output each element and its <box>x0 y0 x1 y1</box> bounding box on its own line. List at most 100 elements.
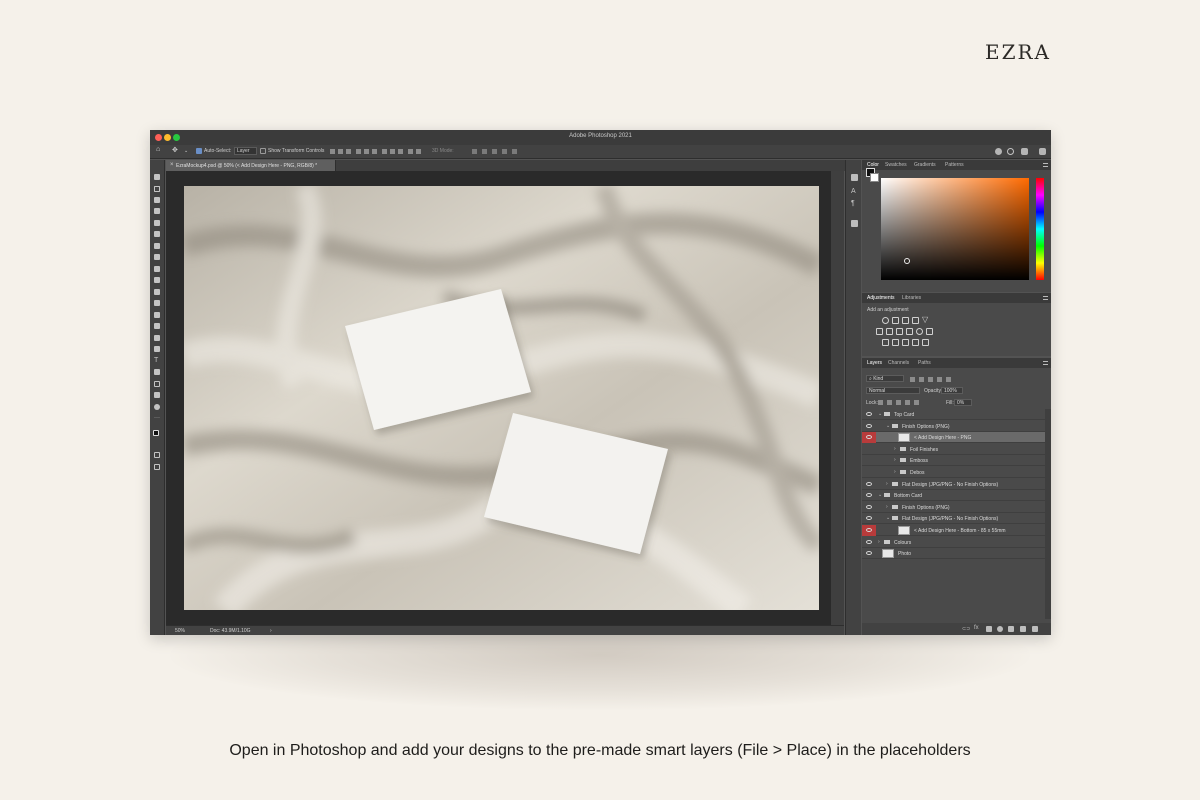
distribute-right-icon[interactable] <box>398 149 403 154</box>
auto-select-target-dropdown[interactable]: Layer <box>234 147 257 155</box>
clone-stamp-tool-icon[interactable] <box>154 277 160 283</box>
lock-all-icon[interactable] <box>914 400 919 405</box>
tab-gradients[interactable]: Gradients <box>914 162 936 168</box>
hue-slider[interactable] <box>1036 178 1044 280</box>
align-center-icon[interactable] <box>338 149 343 154</box>
align-middle-icon[interactable] <box>364 149 369 154</box>
filter-pixel-icon[interactable] <box>910 377 915 382</box>
chevron-right-icon[interactable]: › <box>886 504 888 510</box>
distribute-top-icon[interactable] <box>408 149 413 154</box>
home-icon[interactable]: ⌂ <box>156 146 160 153</box>
show-transform-checkbox[interactable] <box>260 148 266 154</box>
lock-artboard-icon[interactable] <box>905 400 910 405</box>
fill-field[interactable]: 0% <box>954 399 972 406</box>
chevron-right-icon[interactable]: › <box>894 446 896 452</box>
exposure-icon[interactable] <box>912 317 919 324</box>
panel-menu-icon[interactable] <box>1043 361 1048 365</box>
chevron-right-icon[interactable]: › <box>878 539 880 545</box>
hue-saturation-icon[interactable] <box>876 328 883 335</box>
blend-mode-dropdown[interactable]: Normal <box>866 387 920 394</box>
layer-row[interactable]: < Add Design Here - Bottom - 85 x 55mm <box>862 525 1045 536</box>
layer-row[interactable]: › Debos <box>862 467 1045 478</box>
filter-adjustment-icon[interactable] <box>919 377 924 382</box>
layer-row[interactable]: › Colours <box>862 537 1045 548</box>
gradient-map-icon[interactable] <box>912 339 919 346</box>
tab-patterns[interactable]: Patterns <box>945 162 964 168</box>
move-tool-icon[interactable]: ✥ <box>172 146 178 154</box>
layers-scrollbar[interactable] <box>1045 409 1051 619</box>
zoom-level[interactable]: 50% <box>175 628 185 634</box>
chevron-right-icon[interactable]: › <box>886 481 888 487</box>
chevron-right-icon[interactable]: › <box>894 469 896 475</box>
align-top-icon[interactable] <box>356 149 361 154</box>
levels-icon[interactable] <box>892 317 899 324</box>
color-lookup-icon[interactable] <box>926 328 933 335</box>
history-brush-tool-icon[interactable] <box>154 289 160 295</box>
tab-layers[interactable]: Layers <box>867 360 882 366</box>
color-picker-cursor[interactable] <box>904 258 910 264</box>
new-group-icon[interactable] <box>1008 626 1014 632</box>
document-tab[interactable]: × EzraMockup4.psd @ 50% (< Add Design He… <box>166 160 336 171</box>
visibility-toggle[interactable] <box>862 513 876 524</box>
channel-mixer-icon[interactable] <box>916 328 923 335</box>
layer-row[interactable]: › Foil Finishes <box>862 444 1045 455</box>
healing-brush-tool-icon[interactable] <box>154 254 160 260</box>
filter-shape-icon[interactable] <box>937 377 942 382</box>
visibility-toggle[interactable] <box>862 490 876 501</box>
selective-color-icon[interactable] <box>922 339 929 346</box>
type-tool-icon[interactable]: T <box>154 357 160 364</box>
paragraph-icon[interactable]: ¶ <box>851 200 858 207</box>
hand-tool-icon[interactable] <box>154 392 160 398</box>
panel-menu-icon[interactable] <box>1043 163 1048 167</box>
tab-paths[interactable]: Paths <box>918 360 931 366</box>
delete-layer-icon[interactable] <box>1032 626 1038 632</box>
vibrance-icon[interactable]: ▽ <box>922 316 929 324</box>
tab-adjustments[interactable]: Adjustments <box>867 295 895 301</box>
layer-row[interactable]: ⌄ Finish Options (PNG) <box>862 421 1045 432</box>
panel-menu-icon[interactable] <box>1043 296 1048 300</box>
link-layers-icon[interactable]: ⊂⊃ <box>962 626 970 632</box>
marquee-tool-icon[interactable] <box>154 186 160 192</box>
eyedropper-tool-icon[interactable] <box>154 243 160 249</box>
document-canvas[interactable] <box>184 186 819 610</box>
filter-smart-object-icon[interactable] <box>946 377 951 382</box>
new-layer-icon[interactable] <box>1020 626 1026 632</box>
gradient-tool-icon[interactable] <box>154 312 160 318</box>
history-icon[interactable] <box>851 174 858 181</box>
tab-libraries[interactable]: Libraries <box>902 295 921 301</box>
chevron-down-icon[interactable]: ⌄ <box>878 492 882 498</box>
visibility-toggle[interactable] <box>862 432 876 444</box>
layer-filter-dropdown[interactable]: ⌕ Kind <box>866 375 904 382</box>
visibility-toggle[interactable] <box>862 537 876 548</box>
distribute-left-icon[interactable] <box>382 149 387 154</box>
auto-select-checkbox[interactable] <box>196 148 202 154</box>
roll-3d-icon[interactable] <box>482 149 487 154</box>
pen-tool-icon[interactable] <box>154 346 160 352</box>
chevron-down-icon[interactable]: ⌄ <box>886 423 890 429</box>
layer-row[interactable]: ⌄ Top Card <box>862 409 1045 420</box>
close-tab-icon[interactable]: × <box>170 162 174 168</box>
invert-icon[interactable] <box>882 339 889 346</box>
quick-mask-icon[interactable] <box>154 452 160 458</box>
layer-row[interactable]: › Finish Options (PNG) <box>862 502 1045 513</box>
search-icon[interactable] <box>1007 148 1014 155</box>
brightness-contrast-icon[interactable] <box>882 317 889 324</box>
screen-mode-icon[interactable] <box>154 464 160 470</box>
visibility-toggle[interactable] <box>862 525 876 536</box>
visibility-toggle[interactable] <box>862 409 876 420</box>
crop-tool-icon[interactable] <box>154 220 160 226</box>
lock-position-icon[interactable] <box>896 400 901 405</box>
color-picker-field[interactable] <box>881 178 1029 280</box>
visibility-toggle[interactable] <box>862 502 876 513</box>
orbit-3d-icon[interactable] <box>472 149 477 154</box>
visibility-toggle[interactable] <box>862 444 876 455</box>
lock-transparent-icon[interactable] <box>878 400 883 405</box>
slide-3d-icon[interactable] <box>502 149 507 154</box>
lasso-tool-icon[interactable] <box>154 197 160 203</box>
dodge-tool-icon[interactable] <box>154 335 160 341</box>
foreground-color-swatch[interactable] <box>153 430 159 436</box>
black-white-icon[interactable] <box>896 328 903 335</box>
chevron-right-icon[interactable]: › <box>894 457 896 463</box>
path-selection-tool-icon[interactable] <box>154 369 160 375</box>
move-tool-icon[interactable] <box>154 174 160 180</box>
